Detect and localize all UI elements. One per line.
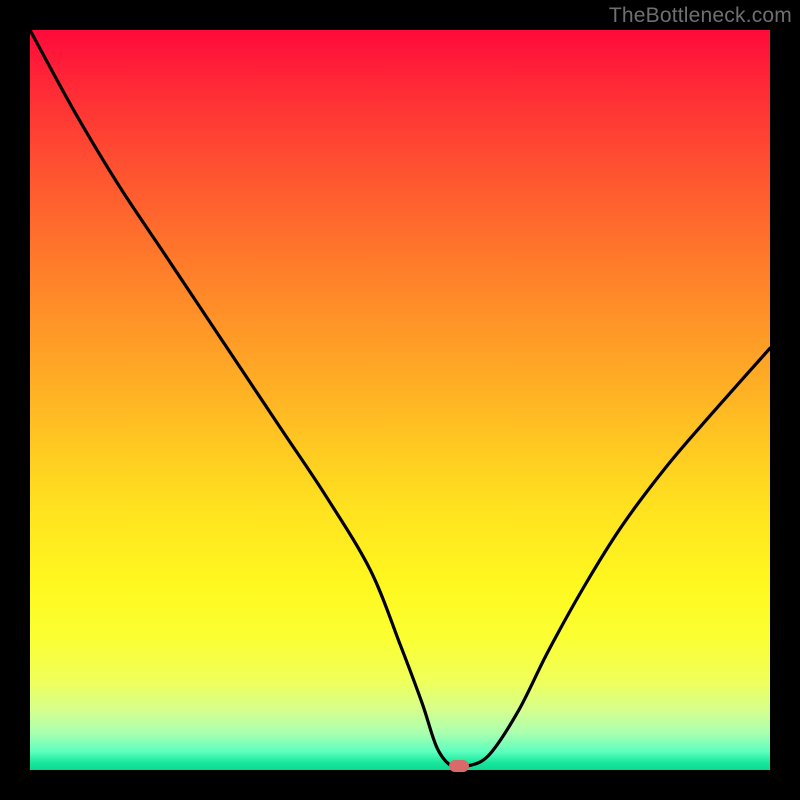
curve-line [30, 30, 770, 768]
plot-area [30, 30, 770, 770]
watermark-text: TheBottleneck.com [609, 4, 792, 28]
chart-frame: TheBottleneck.com [0, 0, 800, 800]
curve-svg [30, 30, 770, 770]
optimum-marker [449, 760, 469, 772]
